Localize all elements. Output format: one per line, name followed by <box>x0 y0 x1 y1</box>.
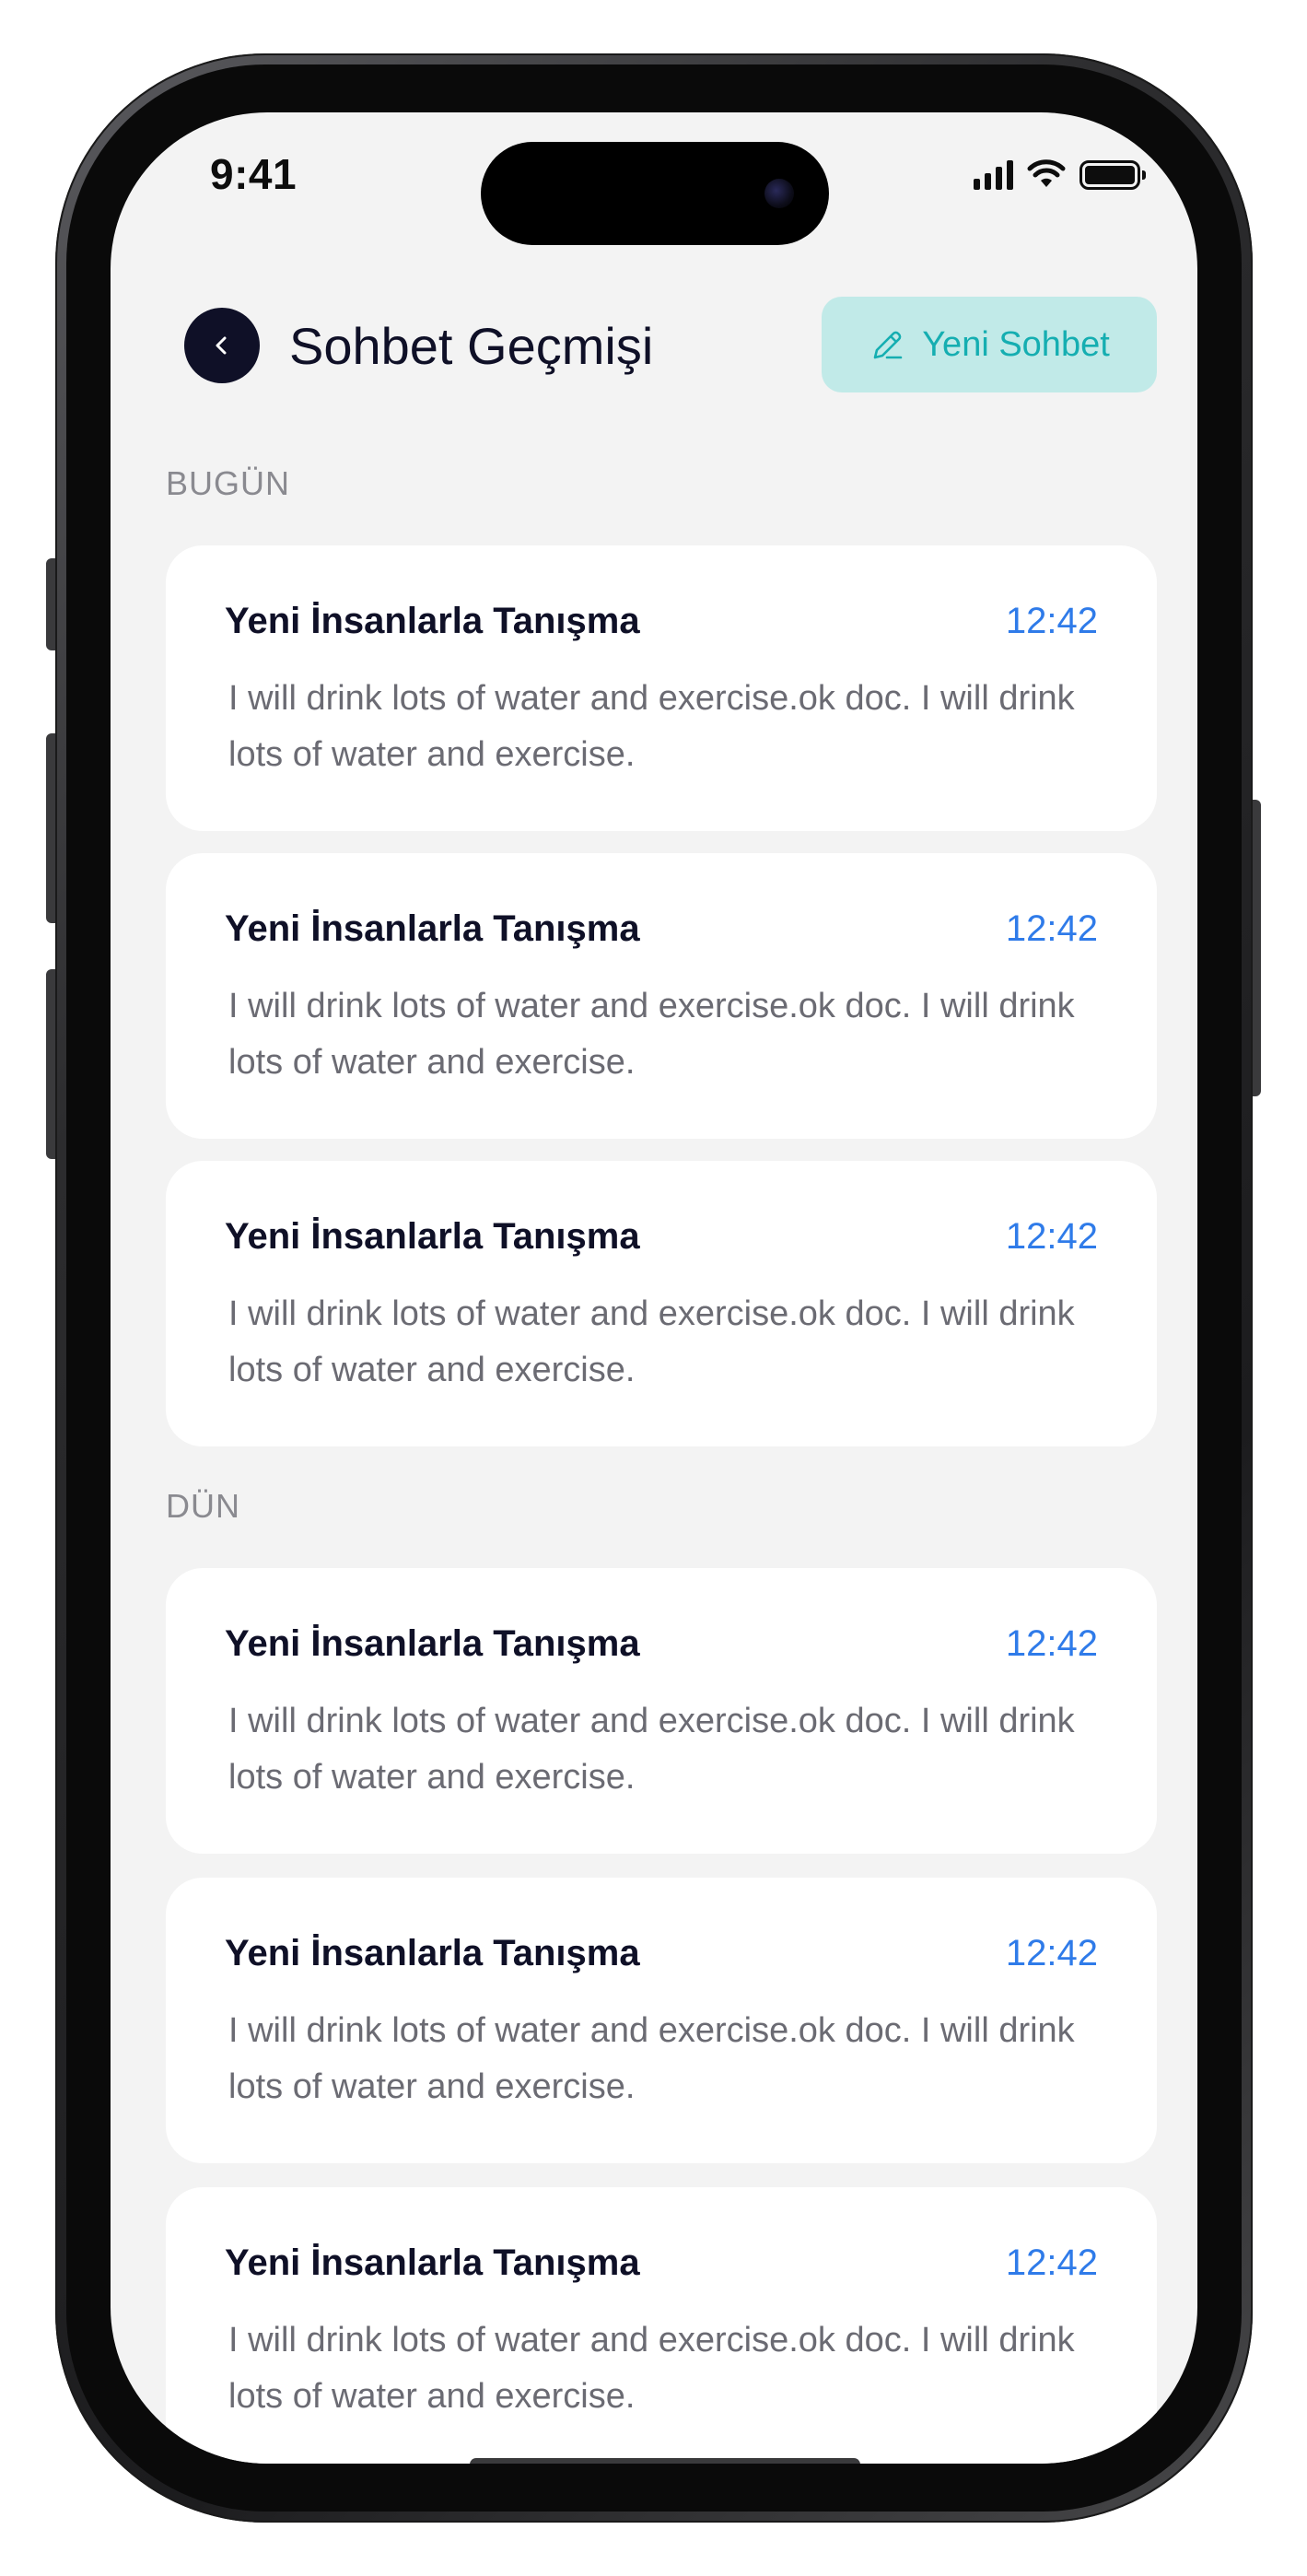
chat-time: 12:42 <box>1005 908 1098 949</box>
section-label-today: BUGÜN <box>166 464 291 502</box>
section-label-yesterday: DÜN <box>166 1487 240 1525</box>
chat-time: 12:42 <box>1005 2242 1098 2283</box>
home-indicator[interactable] <box>470 2458 860 2464</box>
chat-history-item[interactable]: Yeni İnsanlarla Tanışma 12:42 I will dri… <box>166 1568 1157 1854</box>
chat-preview: I will drink lots of water and exercise.… <box>228 1702 1075 1797</box>
app-screen: 9:41 Sohbet Geçmişi Yeni Sohbet BUGÜN Ye… <box>111 112 1197 2464</box>
chat-preview: I will drink lots of water and exercise.… <box>228 679 1075 774</box>
chat-history-item[interactable]: Yeni İnsanlarla Tanışma 12:42 I will dri… <box>166 2187 1157 2464</box>
cellular-signal-icon <box>974 160 1013 190</box>
device-mockup: 9:41 Sohbet Geçmişi Yeni Sohbet BUGÜN Ye… <box>0 0 1307 2576</box>
chat-title: Yeni İnsanlarla Tanışma <box>225 1216 640 1257</box>
chat-preview: I will drink lots of water and exercise.… <box>228 987 1075 1082</box>
chat-time: 12:42 <box>1005 1623 1098 1664</box>
chat-history-item[interactable]: Yeni İnsanlarla Tanışma 12:42 I will dri… <box>166 1878 1157 2163</box>
chat-history-item[interactable]: Yeni İnsanlarla Tanışma 12:42 I will dri… <box>166 853 1157 1139</box>
page-title: Sohbet Geçmişi <box>289 317 654 375</box>
chat-time: 12:42 <box>1005 1216 1098 1257</box>
new-chat-button[interactable]: Yeni Sohbet <box>822 297 1157 392</box>
chat-history-item[interactable]: Yeni İnsanlarla Tanışma 12:42 I will dri… <box>166 1161 1157 1446</box>
dynamic-island <box>481 142 829 245</box>
battery-icon <box>1079 160 1146 190</box>
chat-time: 12:42 <box>1005 601 1098 641</box>
chat-title: Yeni İnsanlarla Tanışma <box>225 2242 640 2283</box>
new-chat-label: Yeni Sohbet <box>922 324 1110 364</box>
chat-title: Yeni İnsanlarla Tanışma <box>225 908 640 949</box>
chat-title: Yeni İnsanlarla Tanışma <box>225 1933 640 1973</box>
chat-history-item[interactable]: Yeni İnsanlarla Tanışma 12:42 I will dri… <box>166 545 1157 831</box>
chat-preview: I will drink lots of water and exercise.… <box>228 1294 1075 1389</box>
front-camera-icon <box>764 179 794 208</box>
chat-preview: I will drink lots of water and exercise.… <box>228 2011 1075 2106</box>
chat-title: Yeni İnsanlarla Tanışma <box>225 1623 640 1664</box>
status-icons <box>974 157 1146 193</box>
status-time: 9:41 <box>210 150 298 198</box>
chat-preview: I will drink lots of water and exercise.… <box>228 2321 1075 2416</box>
pencil-icon <box>873 331 903 359</box>
back-button[interactable] <box>184 308 260 383</box>
chat-title: Yeni İnsanlarla Tanışma <box>225 601 640 641</box>
wifi-icon <box>1027 159 1066 187</box>
chevron-left-icon <box>216 336 227 355</box>
chat-time: 12:42 <box>1005 1933 1098 1973</box>
